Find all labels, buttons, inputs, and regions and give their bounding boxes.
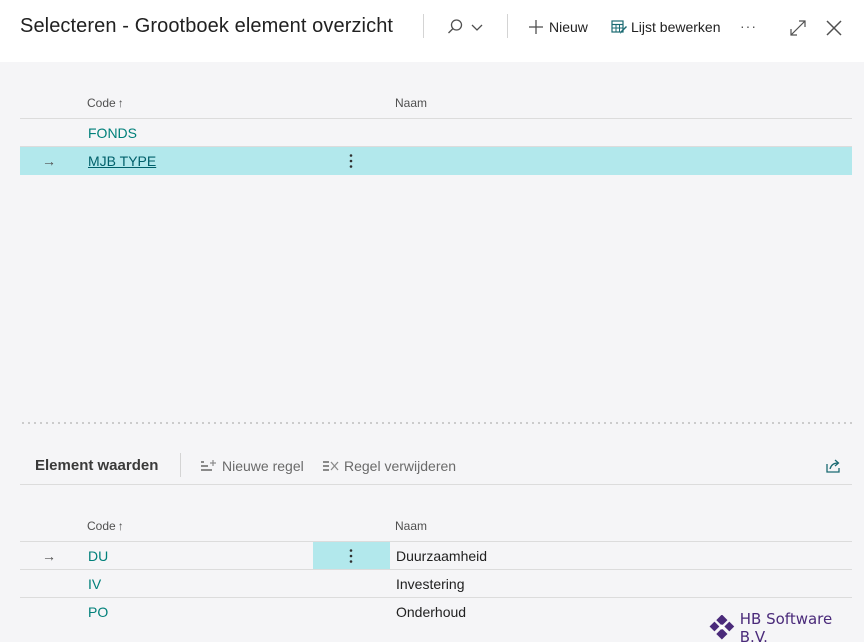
current-row-arrow-icon: → bbox=[42, 548, 56, 564]
column-header-code-label: Code bbox=[87, 96, 116, 110]
subpart-divider bbox=[180, 453, 181, 477]
logo-icon bbox=[709, 615, 735, 640]
row-code[interactable]: MJB TYPE bbox=[88, 153, 156, 169]
expand-button[interactable] bbox=[789, 17, 807, 39]
new-line-button-label: Nieuwe regel bbox=[222, 458, 304, 474]
row-name[interactable]: Duurzaamheid bbox=[396, 548, 487, 564]
kebab-icon bbox=[349, 549, 353, 563]
kebab-icon bbox=[349, 154, 353, 168]
share-icon bbox=[826, 459, 840, 473]
subpart-row-iv[interactable]: IV Investering bbox=[20, 570, 852, 598]
logo-text: HB Software B.V. bbox=[739, 610, 833, 642]
row-code[interactable]: DU bbox=[88, 548, 108, 564]
row-code[interactable]: IV bbox=[88, 576, 101, 592]
more-icon: ··· bbox=[740, 18, 757, 34]
row-actions-button[interactable] bbox=[346, 150, 356, 172]
subpart-toolbar-line bbox=[20, 484, 852, 485]
edit-list-button[interactable]: Lijst bewerken bbox=[611, 16, 721, 38]
edit-list-button-label: Lijst bewerken bbox=[631, 19, 721, 35]
plus-icon bbox=[529, 20, 543, 34]
row-code[interactable]: FONDS bbox=[88, 125, 137, 141]
header-divider bbox=[423, 14, 424, 38]
chevron-down-icon bbox=[471, 24, 483, 31]
column-header-name[interactable]: Naam bbox=[395, 96, 427, 110]
column-header-code[interactable]: Code ↑ bbox=[87, 96, 124, 110]
subpart-column-header-name[interactable]: Naam bbox=[395, 519, 427, 533]
share-button[interactable] bbox=[825, 456, 842, 476]
delete-line-button-label: Regel verwijderen bbox=[344, 458, 457, 474]
current-row-arrow-icon: → bbox=[42, 153, 56, 169]
new-line-icon bbox=[201, 460, 216, 471]
search-icon bbox=[448, 19, 463, 34]
sort-ascending-icon: ↑ bbox=[117, 519, 124, 533]
page-header: Selecteren - Grootboek element overzicht… bbox=[0, 0, 864, 62]
header-divider bbox=[507, 14, 508, 38]
list-row-fonds[interactable]: FONDS bbox=[20, 119, 852, 147]
row-code[interactable]: PO bbox=[88, 604, 108, 620]
subpart-title[interactable]: Element waarden bbox=[35, 457, 158, 474]
subpart-row-du[interactable]: → DU Duurzaamheid bbox=[20, 542, 852, 570]
close-button[interactable] bbox=[825, 17, 843, 39]
sort-ascending-icon: ↑ bbox=[117, 96, 124, 110]
row-actions-button[interactable] bbox=[346, 545, 356, 567]
search-button[interactable] bbox=[446, 16, 484, 38]
row-name[interactable]: Onderhoud bbox=[396, 604, 466, 620]
more-options-button[interactable]: ··· bbox=[740, 15, 757, 37]
new-button-label: Nieuw bbox=[549, 19, 588, 35]
subpart-column-header-code[interactable]: Code ↑ bbox=[87, 519, 124, 533]
row-name[interactable]: Investering bbox=[396, 576, 464, 592]
part-resize-divider[interactable] bbox=[20, 422, 852, 424]
close-icon bbox=[826, 20, 842, 36]
subpart-column-header-code-label: Code bbox=[87, 519, 116, 533]
edit-list-icon bbox=[611, 20, 627, 34]
page-title: Selecteren - Grootboek element overzicht bbox=[20, 15, 394, 37]
new-button[interactable]: Nieuw bbox=[528, 16, 588, 38]
delete-line-button[interactable]: Regel verwijderen bbox=[322, 456, 456, 476]
expand-icon bbox=[790, 20, 806, 36]
delete-line-icon bbox=[323, 461, 339, 471]
new-line-button[interactable]: Nieuwe regel bbox=[200, 456, 304, 476]
hb-software-logo: HB Software B.V. bbox=[709, 610, 864, 642]
list-row-mjb-type[interactable]: → MJB TYPE bbox=[20, 147, 852, 175]
